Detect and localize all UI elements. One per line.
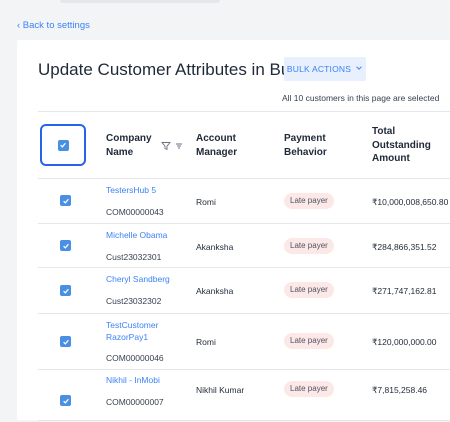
company-code: Cust23032301 xyxy=(106,252,162,262)
sort-icon[interactable] xyxy=(175,142,183,150)
column-header-company[interactable]: Company Name xyxy=(106,132,152,159)
payment-behavior-badge: Late payer xyxy=(284,193,334,209)
row-checkbox[interactable] xyxy=(60,240,71,251)
payment-behavior-badge: Late payer xyxy=(284,282,334,298)
company-name-link[interactable]: Michelle Obama xyxy=(106,229,181,241)
company-name-link[interactable]: Nikhil - InMobi xyxy=(106,374,181,386)
main-panel: Update Customer Attributes in Bulk BULK … xyxy=(17,40,450,422)
table-row: TestersHub 5 COM00000043 Romi Late payer… xyxy=(38,179,450,224)
company-name-link[interactable]: TestCustomer RazorPay1 xyxy=(106,319,181,343)
table-row: Michelle Obama Cust23032301 Akanksha Lat… xyxy=(38,224,450,268)
payment-behavior-badge: Late payer xyxy=(284,238,334,254)
table-row: Nikhil - InMobi COM00000007 Nikhil Kumar… xyxy=(38,370,450,421)
row-checkbox[interactable] xyxy=(60,336,71,347)
row-checkbox[interactable] xyxy=(60,195,71,206)
column-header-account-manager: Account Manager xyxy=(196,133,238,158)
outstanding-amount: ₹120,000,000.00 xyxy=(372,337,437,347)
selection-note: All 10 customers in this page are select… xyxy=(282,93,440,103)
account-manager: Akanksha xyxy=(196,242,234,252)
payment-behavior-badge: Late payer xyxy=(284,333,334,349)
company-code: Cust23032302 xyxy=(106,296,162,306)
chevron-down-icon xyxy=(355,64,363,74)
account-manager: Nikhil Kumar xyxy=(196,385,245,395)
table-row: TestCustomer RazorPay1 COM00000046 Romi … xyxy=(38,314,450,370)
checkbox-checked-icon[interactable] xyxy=(57,139,69,151)
account-manager: Romi xyxy=(196,337,216,347)
row-checkbox[interactable] xyxy=(60,285,71,296)
column-header-payment-behavior: Payment Behavior xyxy=(284,133,327,158)
top-bar-fragment xyxy=(60,0,220,3)
company-code: COM00000007 xyxy=(106,397,164,407)
back-to-settings-link[interactable]: ‹ Back to settings xyxy=(17,20,90,31)
page-title: Update Customer Attributes in Bulk xyxy=(38,60,303,79)
company-name-link[interactable]: TestersHub 5 xyxy=(106,184,181,196)
account-manager: Romi xyxy=(196,197,216,207)
row-checkbox[interactable] xyxy=(60,395,71,406)
outstanding-amount: ₹10,000,008,650.80 xyxy=(372,197,449,207)
select-all-checkbox-focus[interactable] xyxy=(40,124,86,166)
bulk-actions-label: BULK ACTIONS xyxy=(286,64,352,74)
company-code: COM00000046 xyxy=(106,353,164,363)
company-code: COM00000043 xyxy=(106,207,164,217)
company-name-link[interactable]: Cheryl Sandberg xyxy=(106,273,181,285)
customers-table: Company Name Account Manager Payment Beh… xyxy=(38,111,450,422)
outstanding-amount: ₹7,815,258.46 xyxy=(372,385,428,395)
payment-behavior-badge: Late payer xyxy=(284,381,334,397)
outstanding-amount: ₹284,866,351.52 xyxy=(372,242,437,252)
outstanding-amount: ₹271,747,162.81 xyxy=(372,286,437,296)
filter-icon[interactable] xyxy=(161,141,171,151)
bulk-actions-button[interactable]: BULK ACTIONS xyxy=(284,57,366,81)
column-header-total-outstanding: Total Outstanding Amount xyxy=(372,126,431,164)
table-header: Company Name Account Manager Payment Beh… xyxy=(38,112,450,179)
account-manager: Akanksha xyxy=(196,286,234,296)
table-row: Cheryl Sandberg Cust23032302 Akanksha La… xyxy=(38,268,450,314)
